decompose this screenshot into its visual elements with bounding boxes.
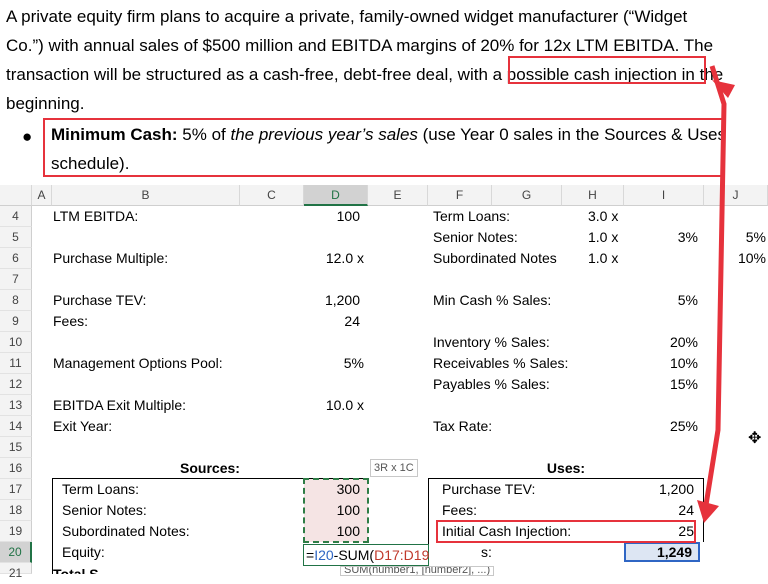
cell-i5[interactable]: 3% <box>624 227 698 248</box>
cell-j5[interactable]: 5% <box>704 227 766 248</box>
range-size-tooltip: 3R x 1C <box>370 459 418 477</box>
cell-b4[interactable]: LTM EBITDA: <box>53 206 138 227</box>
spreadsheet-grid[interactable]: A B C D E F G H I J 4 5 6 7 8 9 10 11 12… <box>0 185 768 580</box>
row-header-17[interactable]: 17 <box>0 479 32 500</box>
cash-injection-row-highlight <box>436 520 696 543</box>
col-header-a[interactable]: A <box>32 185 52 206</box>
row-header-5[interactable]: 5 <box>0 227 32 248</box>
cell-f6[interactable]: Subordinated Notes <box>433 248 557 269</box>
cell-b18[interactable]: Senior Notes: <box>62 500 147 521</box>
cell-i14[interactable]: 25% <box>624 416 698 437</box>
row-header-19[interactable]: 19 <box>0 521 32 542</box>
row-header-8[interactable]: 8 <box>0 290 32 311</box>
cell-i17[interactable]: 1,200 <box>624 479 694 500</box>
cell-i12[interactable]: 15% <box>624 374 698 395</box>
row-header-9[interactable]: 9 <box>0 311 32 332</box>
cell-b8[interactable]: Purchase TEV: <box>53 290 146 311</box>
cell-h6[interactable]: 1.0 x <box>588 248 618 269</box>
uses-header: Uses: <box>428 458 704 479</box>
row-header-13[interactable]: 13 <box>0 395 32 416</box>
cell-f5[interactable]: Senior Notes: <box>433 227 518 248</box>
col-header-b[interactable]: B <box>52 185 240 206</box>
cell-d9[interactable]: 24 <box>304 311 360 332</box>
cell-i8[interactable]: 5% <box>624 290 698 311</box>
cell-d4[interactable]: 100 <box>304 206 360 227</box>
cell-h4[interactable]: 3.0 x <box>588 206 618 227</box>
bullet-icon: ● <box>22 127 33 146</box>
row-header-16[interactable]: 16 <box>0 458 32 479</box>
col-header-e[interactable]: E <box>368 185 428 206</box>
sources-left-border <box>52 479 53 574</box>
min-cash-highlight <box>43 118 725 177</box>
cell-i11[interactable]: 10% <box>624 353 698 374</box>
sources-header: Sources: <box>52 458 368 479</box>
row-header-10[interactable]: 10 <box>0 332 32 353</box>
cell-f17[interactable]: Purchase TEV: <box>442 479 535 500</box>
row-header-14[interactable]: 14 <box>0 416 32 437</box>
cell-j6[interactable]: 10% <box>704 248 766 269</box>
cell-b19[interactable]: Subordinated Notes: <box>62 521 190 542</box>
col-header-c[interactable]: C <box>240 185 304 206</box>
cell-i18[interactable]: 24 <box>624 500 694 521</box>
cell-d11[interactable]: 5% <box>304 353 364 374</box>
cell-h5[interactable]: 1.0 x <box>588 227 618 248</box>
cell-b20[interactable]: Equity: <box>62 542 105 563</box>
cell-b9[interactable]: Fees: <box>53 311 88 332</box>
row-header-18[interactable]: 18 <box>0 500 32 521</box>
move-cursor-icon: ✥ <box>748 430 762 447</box>
row-header-6[interactable]: 6 <box>0 248 32 269</box>
cell-f4[interactable]: Term Loans: <box>433 206 510 227</box>
col-header-i[interactable]: I <box>624 185 704 206</box>
cell-i20[interactable]: 1,249 <box>624 542 700 562</box>
cell-b6[interactable]: Purchase Multiple: <box>53 248 168 269</box>
row-header-11[interactable]: 11 <box>0 353 32 374</box>
cell-b17[interactable]: Term Loans: <box>62 479 139 500</box>
cell-f11[interactable]: Receivables % Sales: <box>433 353 568 374</box>
cell-f14[interactable]: Tax Rate: <box>433 416 492 437</box>
cell-d6[interactable]: 12.0 x <box>304 248 364 269</box>
cell-f20[interactable]: s: <box>481 542 492 563</box>
cell-b21[interactable]: Total S <box>53 561 99 574</box>
sum-range-marquee <box>303 478 369 543</box>
cash-injection-highlight <box>508 56 706 84</box>
function-hint-tooltip: SUM(number1, [number2], ...) <box>340 566 495 576</box>
col-header-d[interactable]: D <box>304 185 368 206</box>
col-header-h[interactable]: H <box>562 185 624 206</box>
row-header-7[interactable]: 7 <box>0 269 32 290</box>
cell-d13[interactable]: 10.0 x <box>304 395 364 416</box>
cell-f10[interactable]: Inventory % Sales: <box>433 332 550 353</box>
cell-b11[interactable]: Management Options Pool: <box>53 353 223 374</box>
cell-i10[interactable]: 20% <box>624 332 698 353</box>
select-all-corner[interactable] <box>0 185 32 206</box>
row-header-15[interactable]: 15 <box>0 437 32 458</box>
col-header-g[interactable]: G <box>492 185 562 206</box>
uses-right-border <box>703 479 704 542</box>
row-header-12[interactable]: 12 <box>0 374 32 395</box>
cell-d8[interactable]: 1,200 <box>304 290 360 311</box>
col-header-f[interactable]: F <box>428 185 492 206</box>
cell-b14[interactable]: Exit Year: <box>53 416 112 437</box>
row-header-21[interactable]: 21 <box>0 563 32 580</box>
cell-f18[interactable]: Fees: <box>442 500 477 521</box>
cell-b13[interactable]: EBITDA Exit Multiple: <box>53 395 186 416</box>
cell-f12[interactable]: Payables % Sales: <box>433 374 550 395</box>
formula-edit-cell[interactable]: =I20-SUM(D17:D19 <box>303 544 429 566</box>
row-header-20[interactable]: 20 <box>0 542 32 563</box>
cell-f8[interactable]: Min Cash % Sales: <box>433 290 551 311</box>
col-header-j[interactable]: J <box>704 185 768 206</box>
row-header-4[interactable]: 4 <box>0 206 32 227</box>
